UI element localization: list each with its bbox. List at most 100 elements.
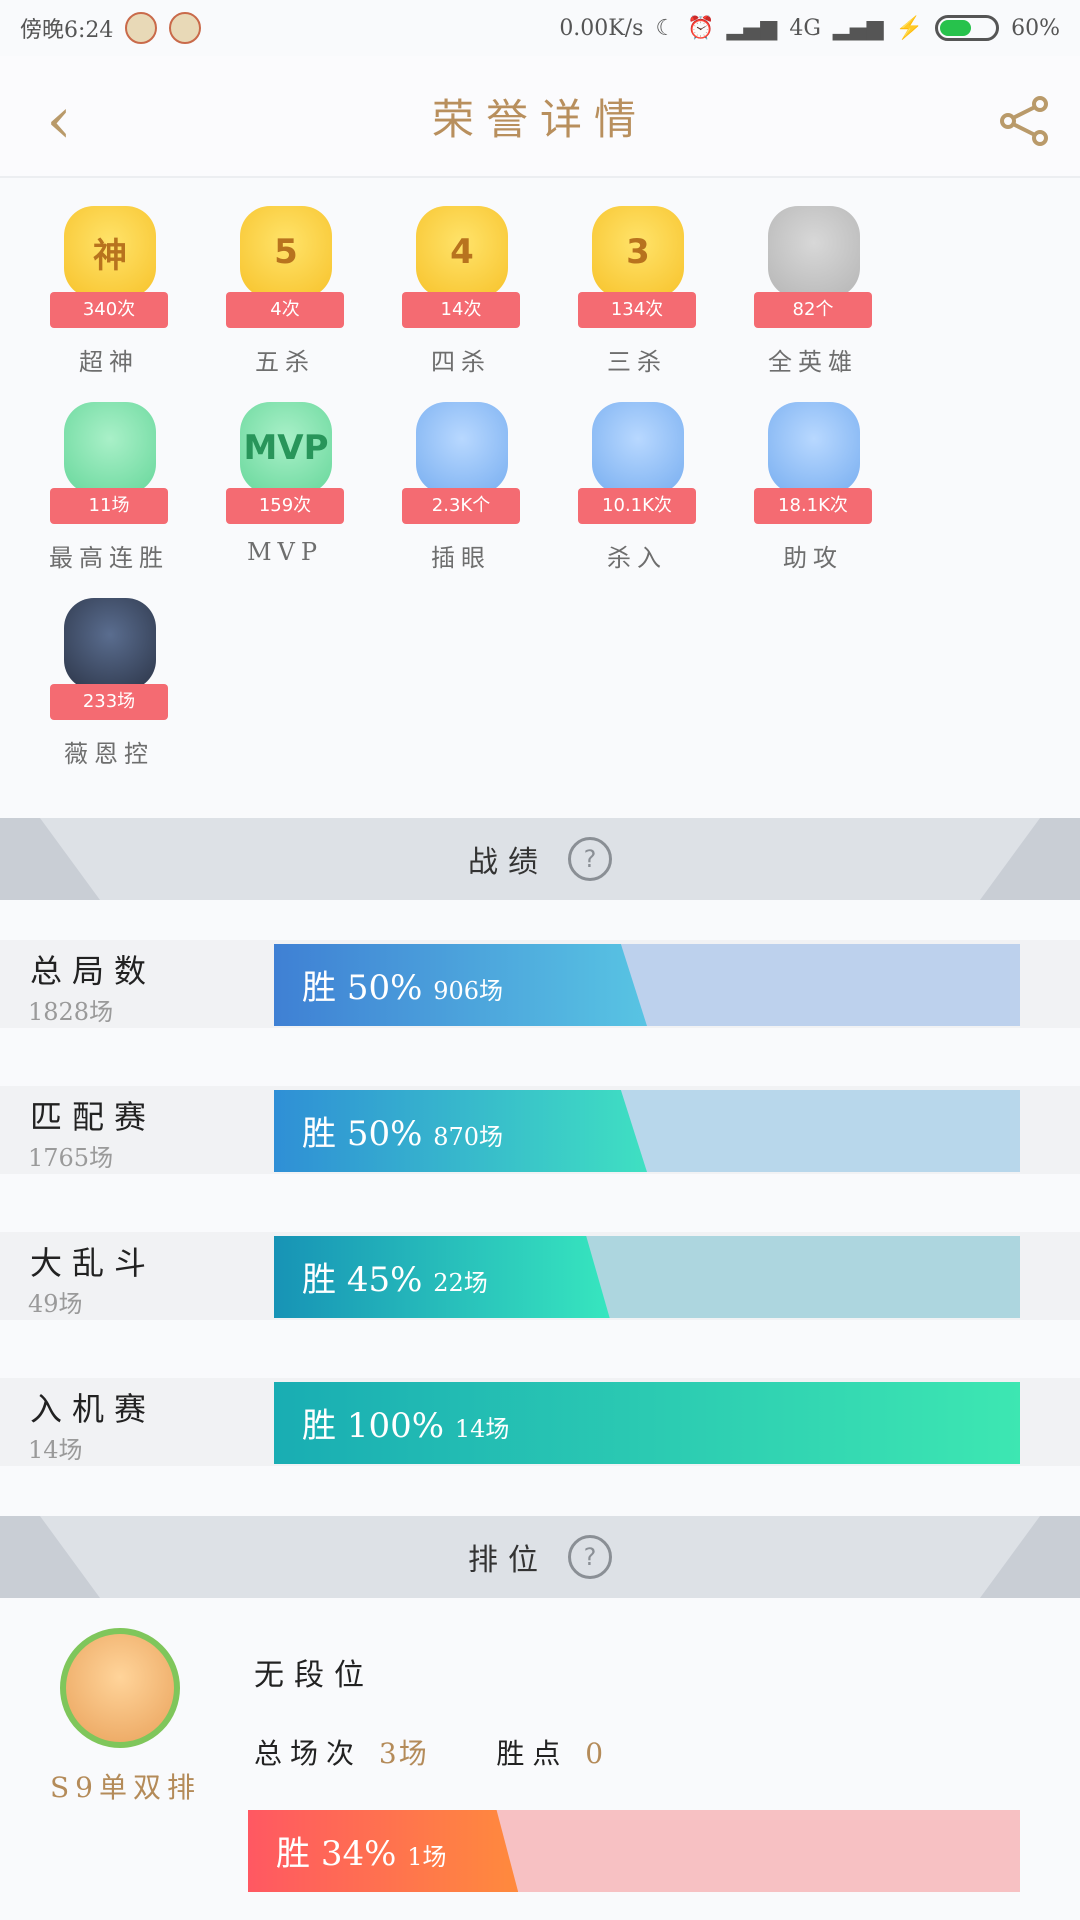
honor-badge-icon <box>64 598 156 690</box>
honor-label: 三杀 <box>607 348 667 376</box>
winrate-bar: 胜 50% 906场 <box>274 944 1020 1026</box>
honor-label: 杀入 <box>607 544 667 572</box>
honor-count: 82个 <box>754 292 872 328</box>
win-games: 1场 <box>407 1843 447 1871</box>
honor-count: 340次 <box>50 292 168 328</box>
net-speed: 0.00K/s <box>559 15 644 41</box>
win-rate: 34% <box>320 1834 397 1874</box>
honor-badge-icon <box>416 402 508 494</box>
page-title: 荣誉详情 <box>431 95 648 144</box>
rank-avatar <box>60 1628 180 1748</box>
honor-item[interactable]: MVP 159次 MVP <box>200 392 370 582</box>
network-type: 4G <box>789 15 821 41</box>
stat-mode-name: 匹配赛 <box>30 1098 157 1136</box>
stat-mode-name: 总局数 <box>30 952 157 990</box>
stat-row[interactable]: 总局数 1828场 胜 50% 906场 <box>0 940 1080 1028</box>
win-label: 胜 <box>302 1260 336 1300</box>
win-label: 胜 <box>302 1114 336 1154</box>
honor-item[interactable]: 82个全英雄 <box>728 196 898 386</box>
honor-label: 助攻 <box>783 544 843 572</box>
winrate-text: 胜 50% 870场 <box>302 1106 503 1155</box>
status-time: 傍晚6:24 <box>20 18 114 43</box>
honor-count: 18.1K次 <box>754 488 872 524</box>
stats-section-title: 战绩 <box>468 845 548 880</box>
stat-total-games: 49场 <box>28 1290 83 1318</box>
honor-badge-icon <box>64 402 156 494</box>
honor-label: 超神 <box>79 348 139 376</box>
stat-mode-name: 入机赛 <box>30 1390 157 1428</box>
honor-badge-icon: 3 <box>592 206 684 298</box>
honor-label: 薇恩控 <box>64 740 154 768</box>
honor-item[interactable]: 233场薇恩控 <box>24 588 194 778</box>
rank-section-header: 排位 ? <box>0 1516 1080 1598</box>
honor-count: 4次 <box>226 292 344 328</box>
stat-mode-name: 大乱斗 <box>30 1244 157 1282</box>
honor-label: 全英雄 <box>768 348 858 376</box>
honor-count: 2.3K个 <box>402 488 520 524</box>
honor-item[interactable]: 神 340次超神 <box>24 196 194 386</box>
honor-item[interactable]: 5 4次五杀 <box>200 196 370 386</box>
battery-percent: 60% <box>1011 15 1060 41</box>
rank-winrate-text: 胜 34% 1场 <box>276 1826 446 1875</box>
rank-tier: 无段位 <box>254 1658 374 1693</box>
honor-count: 10.1K次 <box>578 488 696 524</box>
help-icon[interactable]: ? <box>568 837 612 881</box>
rank-winrate-bar: 胜 34% 1场 <box>248 1810 1020 1892</box>
battery-icon <box>935 15 1000 41</box>
alarm-icon: ⏰ <box>687 15 715 41</box>
honor-count: 134次 <box>578 292 696 328</box>
honor-badge-icon <box>768 206 860 298</box>
win-rate: 50% <box>346 968 423 1008</box>
header: ‹ 荣誉详情 <box>0 56 1080 178</box>
win-games: 906场 <box>433 977 504 1005</box>
honor-badge-icon: 4 <box>416 206 508 298</box>
share-button[interactable] <box>1000 96 1050 146</box>
win-points-value: 0 <box>585 1737 606 1770</box>
honor-badge-icon <box>768 402 860 494</box>
honor-label: 最高连胜 <box>49 544 169 572</box>
winrate-bar: 胜 100% 14场 <box>274 1382 1020 1464</box>
honor-item[interactable]: 10.1K次杀入 <box>552 392 722 582</box>
honor-item[interactable]: 4 14次四杀 <box>376 196 546 386</box>
win-label: 胜 <box>276 1834 310 1874</box>
win-games: 22场 <box>433 1269 488 1297</box>
rank-section-title: 排位 <box>468 1543 548 1578</box>
honor-label: MVP <box>246 538 324 566</box>
honor-count: 14次 <box>402 292 520 328</box>
stats-section-header: 战绩 ? <box>0 818 1080 900</box>
stat-row[interactable]: 入机赛 14场胜 100% 14场 <box>0 1378 1080 1466</box>
honor-count: 233场 <box>50 684 168 720</box>
honor-count: 11场 <box>50 488 168 524</box>
win-label: 胜 <box>302 968 336 1008</box>
stat-row[interactable]: 匹配赛 1765场 胜 50% 870场 <box>0 1086 1080 1174</box>
signal-icon-2: ▂▄▆ <box>832 15 884 41</box>
honor-label: 插眼 <box>431 544 491 572</box>
honor-item[interactable]: 2.3K个插眼 <box>376 392 546 582</box>
stat-row[interactable]: 大乱斗 49场 胜 45% 22场 <box>0 1232 1080 1320</box>
win-label: 胜 <box>302 1406 336 1446</box>
winrate-text: 胜 100% 14场 <box>302 1398 509 1447</box>
rank-section: S9单双排 无段位 总场次 3场 胜点 0 胜 34% 1场 <box>0 1598 1080 1920</box>
honor-badge-icon <box>592 402 684 494</box>
win-points-label: 胜点 <box>496 1737 569 1770</box>
stat-total-games: 1828场 <box>28 998 114 1026</box>
status-bar: 傍晚6:24 0.00K/s ☾ ⏰ ▂▄▆ 4G ▂▄▆ ⚡ 60% <box>0 0 1080 56</box>
win-games: 14场 <box>454 1415 510 1443</box>
honor-label: 五杀 <box>255 348 315 376</box>
share-icon <box>1000 96 1048 146</box>
honor-item[interactable]: 3 134次三杀 <box>552 196 722 386</box>
win-rate: 100% <box>346 1406 445 1446</box>
rank-season: S9单双排 <box>50 1771 201 1804</box>
honor-count: 159次 <box>226 488 344 524</box>
help-icon[interactable]: ? <box>568 1535 612 1579</box>
honor-badge-icon: 5 <box>240 206 332 298</box>
honor-item[interactable]: 11场最高连胜 <box>24 392 194 582</box>
honor-badge-icon: 神 <box>64 206 156 298</box>
honor-item[interactable]: 18.1K次助攻 <box>728 392 898 582</box>
total-games-value: 3场 <box>378 1737 429 1770</box>
app-notification-icon <box>169 12 202 44</box>
stat-total-games: 1765场 <box>28 1144 114 1172</box>
win-rate: 45% <box>346 1260 423 1300</box>
honor-badge-icon: MVP <box>240 402 332 494</box>
honor-label: 四杀 <box>431 348 491 376</box>
